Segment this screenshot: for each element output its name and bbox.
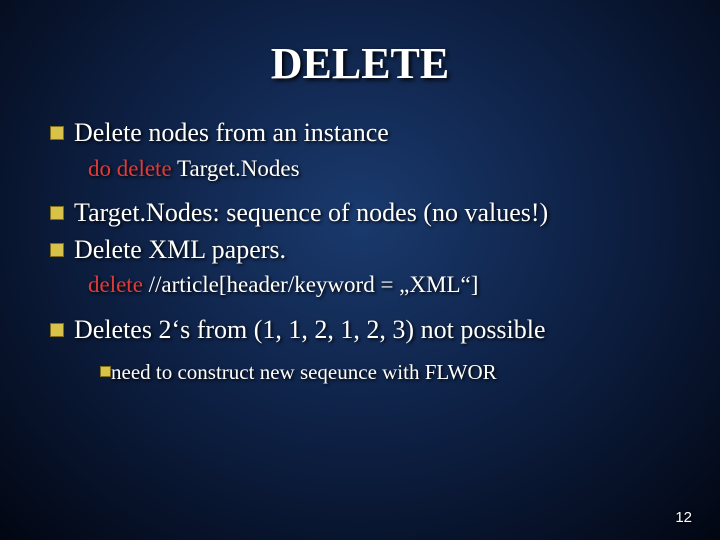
bullet-item: Deletes 2‘s from (1, 1, 2, 1, 2, 3) not … [50, 314, 680, 347]
keyword-text: delete [88, 272, 149, 297]
code-line: delete //article[header/keyword = „XML“] [88, 270, 680, 300]
bullet-square-icon [50, 243, 64, 257]
code-text: Target.Nodes [177, 156, 300, 181]
code-text: //article[header/keyword = „XML“] [149, 272, 479, 297]
bullet-square-icon [50, 323, 64, 337]
bullet-text: Delete nodes from an instance [74, 117, 389, 150]
code-line: do delete Target.Nodes [88, 154, 680, 184]
bullet-square-icon [100, 366, 111, 377]
bullet-square-icon [50, 206, 64, 220]
bullet-item: Target.Nodes: sequence of nodes (no valu… [50, 197, 680, 230]
slide: DELETE Delete nodes from an instance do … [0, 0, 720, 540]
page-number: 12 [675, 509, 692, 526]
bullet-text: Target.Nodes: sequence of nodes (no valu… [74, 197, 548, 230]
bullet-text: Deletes 2‘s from (1, 1, 2, 1, 2, 3) not … [74, 314, 546, 347]
bullet-text: need to construct new seqeunce with FLWO… [111, 359, 497, 385]
keyword-text: do delete [88, 156, 177, 181]
bullet-text: Delete XML papers. [74, 234, 286, 267]
bullet-item: Delete nodes from an instance [50, 117, 680, 150]
bullet-item-nested: need to construct new seqeunce with FLWO… [100, 359, 680, 385]
bullet-item: Delete XML papers. [50, 234, 680, 267]
slide-title: DELETE [40, 38, 680, 89]
bullet-square-icon [50, 126, 64, 140]
